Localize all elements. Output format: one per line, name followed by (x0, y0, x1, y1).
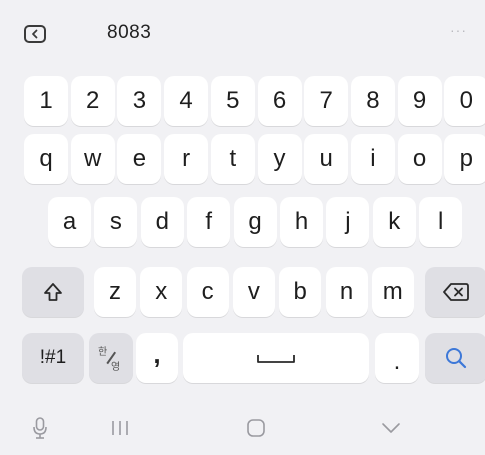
number-key-5[interactable]: 6 (257, 76, 302, 126)
chevron-left-icon (32, 29, 38, 39)
letter-key-top-5[interactable]: y (257, 134, 302, 184)
comma-key[interactable]: , (136, 333, 178, 383)
number-row: 1234567890 (0, 73, 485, 129)
letter-key-bottom-6[interactable]: m (371, 267, 414, 317)
suggestion-text[interactable]: 8083 (107, 22, 151, 44)
backspace-key[interactable] (425, 267, 485, 317)
number-key-6[interactable]: 7 (304, 76, 349, 126)
search-key[interactable] (425, 333, 485, 383)
hide-keyboard-button[interactable] (378, 416, 404, 440)
more-options-icon[interactable]: ··· (450, 22, 467, 38)
letter-key-top-2[interactable]: e (117, 134, 162, 184)
letter-key-middle-1[interactable]: s (94, 197, 138, 247)
letter-key-middle-5[interactable]: h (280, 197, 323, 247)
navigation-bar (0, 398, 485, 455)
space-key[interactable] (183, 333, 369, 383)
lang-korean-label: 한 (98, 347, 108, 358)
letter-key-top-6[interactable]: u (304, 134, 349, 184)
letter-key-top-4[interactable]: t (210, 134, 255, 184)
number-key-1[interactable]: 2 (70, 76, 115, 126)
home-button[interactable] (243, 416, 269, 440)
search-icon (446, 348, 467, 369)
period-key[interactable]: . (375, 333, 419, 383)
letter-key-top-3[interactable]: r (164, 134, 209, 184)
home-icon (247, 419, 265, 437)
number-key-7[interactable]: 8 (350, 76, 395, 126)
shift-key[interactable] (22, 267, 84, 317)
letter-key-bottom-4[interactable]: b (279, 267, 322, 317)
number-key-9[interactable]: 0 (444, 76, 485, 126)
microphone-icon (33, 417, 47, 439)
letter-key-top-8[interactable]: o (397, 134, 442, 184)
number-key-8[interactable]: 9 (397, 76, 442, 126)
number-key-0[interactable]: 1 (24, 76, 68, 126)
recent-apps-button[interactable] (108, 416, 132, 440)
letter-key-top-0[interactable]: q (24, 134, 68, 184)
letter-key-top-9[interactable]: p (444, 134, 485, 184)
letter-key-middle-0[interactable]: a (48, 197, 91, 247)
shift-icon (44, 283, 62, 301)
letter-key-middle-2[interactable]: d (140, 197, 184, 247)
letter-key-middle-8[interactable]: l (419, 197, 463, 247)
letter-row-top: qwertyuiop (0, 131, 485, 187)
recent-apps-icon (112, 421, 128, 435)
voice-input-button[interactable] (30, 416, 50, 440)
letter-key-top-7[interactable]: i (350, 134, 395, 184)
letter-key-bottom-1[interactable]: x (140, 267, 183, 317)
function-row: !#1 한 영 , . (0, 328, 485, 384)
language-switch-key[interactable]: 한 영 (89, 333, 133, 383)
letter-key-middle-3[interactable]: f (187, 197, 231, 247)
keyboard-toolbar: 8083 ··· (0, 0, 485, 70)
number-key-4[interactable]: 5 (210, 76, 255, 126)
letter-key-bottom-2[interactable]: c (186, 267, 229, 317)
space-bar-icon (257, 355, 295, 363)
backspace-icon (443, 283, 469, 301)
number-key-2[interactable]: 3 (117, 76, 162, 126)
letter-row-bottom: zxcvbnm (0, 264, 485, 320)
symbols-key[interactable]: !#1 (22, 333, 84, 383)
letter-key-middle-6[interactable]: j (326, 197, 370, 247)
letter-key-bottom-0[interactable]: z (94, 267, 136, 317)
language-switch-glyph: 한 영 (96, 343, 126, 373)
letter-row-middle: asdfghjkl (0, 194, 485, 250)
letter-key-bottom-5[interactable]: n (325, 267, 368, 317)
collapse-toolbar-button[interactable] (24, 25, 46, 43)
letter-key-middle-4[interactable]: g (233, 197, 277, 247)
lang-english-label: 영 (111, 362, 121, 373)
letter-key-middle-7[interactable]: k (372, 197, 416, 247)
chevron-down-icon (382, 423, 400, 433)
letter-key-bottom-3[interactable]: v (232, 267, 275, 317)
letter-key-top-1[interactable]: w (70, 134, 115, 184)
number-key-3[interactable]: 4 (164, 76, 209, 126)
